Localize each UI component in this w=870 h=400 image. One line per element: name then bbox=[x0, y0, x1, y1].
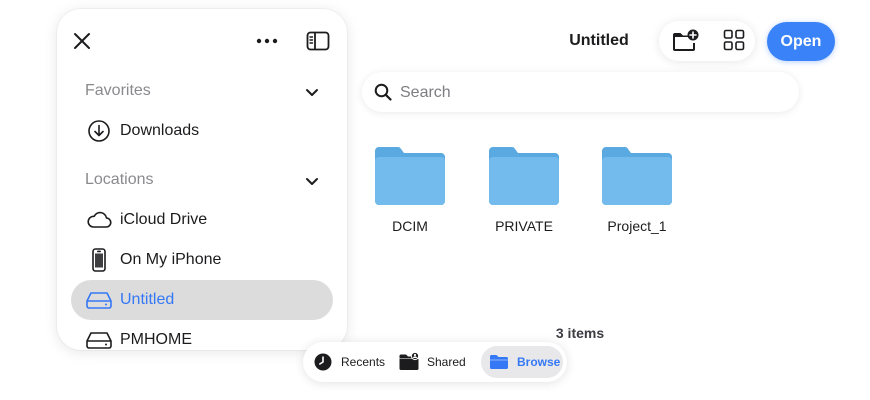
tab-label: Shared bbox=[427, 355, 466, 369]
sidebar-item-label: On My iPhone bbox=[120, 251, 222, 268]
shared-folder-icon bbox=[399, 352, 419, 370]
drive-icon bbox=[85, 326, 113, 350]
folder-item-dcim[interactable]: DCIM bbox=[360, 146, 460, 234]
folder-icon bbox=[602, 146, 672, 205]
sidebar-item-icloud-drive[interactable]: iCloud Drive bbox=[71, 200, 333, 240]
folder-icon bbox=[490, 355, 508, 369]
sidebar-item-pmhome[interactable]: PMHOME bbox=[71, 320, 333, 350]
sidebar-item-label: Downloads bbox=[120, 122, 200, 139]
cloud-icon bbox=[85, 206, 113, 234]
item-count: 3 items bbox=[555, 325, 605, 341]
sidebar-item-label: PMHOME bbox=[120, 331, 192, 348]
folder-name: DCIM bbox=[392, 218, 428, 234]
tab-browse[interactable]: Browse bbox=[481, 346, 563, 378]
sidebar-item-on-my-iphone[interactable]: On My iPhone bbox=[71, 240, 333, 280]
page-title: Untitled bbox=[569, 32, 629, 49]
sidebar-item-label: Untitled bbox=[120, 291, 175, 308]
favorites-section-title: Favorites bbox=[85, 82, 151, 99]
chevron-down-icon[interactable] bbox=[303, 83, 321, 101]
tab-label: Recents bbox=[341, 355, 386, 369]
search-bar bbox=[362, 72, 799, 112]
folder-icon bbox=[489, 146, 559, 205]
sidebar-toggle-icon bbox=[306, 31, 330, 51]
chevron-down-icon[interactable] bbox=[303, 172, 321, 190]
iphone-icon bbox=[85, 246, 113, 274]
grid-icon bbox=[723, 29, 745, 51]
ellipsis-icon bbox=[256, 38, 278, 44]
sidebar-item-label: iCloud Drive bbox=[120, 211, 208, 228]
search-icon bbox=[374, 83, 392, 101]
new-folder-icon bbox=[673, 29, 699, 51]
close-icon bbox=[74, 33, 90, 49]
folder-item-private[interactable]: PRIVATE bbox=[474, 146, 574, 234]
tab-shared[interactable]: Shared bbox=[391, 346, 475, 378]
sidebar-item-untitled[interactable]: Untitled bbox=[71, 280, 333, 320]
folder-item-project-1[interactable]: Project_1 bbox=[587, 146, 687, 234]
locations-section-title: Locations bbox=[85, 171, 154, 188]
new-folder-button[interactable] bbox=[671, 29, 699, 53]
sidebar-item-downloads[interactable]: Downloads bbox=[71, 111, 333, 151]
toggle-sidebar-button[interactable] bbox=[305, 29, 331, 53]
folder-name: PRIVATE bbox=[495, 218, 553, 234]
drive-icon bbox=[85, 286, 113, 314]
tab-bar: Recents Shared Browse bbox=[303, 342, 567, 382]
sidebar: Favorites Downloads Locations iCloud Dri… bbox=[57, 9, 347, 350]
tab-recents[interactable]: Recents bbox=[305, 346, 389, 378]
folder-name: Project_1 bbox=[607, 218, 667, 234]
toolbar-button-group bbox=[659, 21, 755, 61]
more-button[interactable] bbox=[253, 29, 281, 53]
close-button[interactable] bbox=[70, 29, 94, 53]
open-button[interactable]: Open bbox=[767, 22, 835, 61]
clock-icon bbox=[314, 353, 332, 371]
folder-icon bbox=[375, 146, 445, 205]
tab-label: Browse bbox=[517, 355, 561, 369]
search-input[interactable] bbox=[398, 78, 782, 108]
download-circle-icon bbox=[85, 117, 113, 145]
grid-view-button[interactable] bbox=[723, 29, 747, 53]
